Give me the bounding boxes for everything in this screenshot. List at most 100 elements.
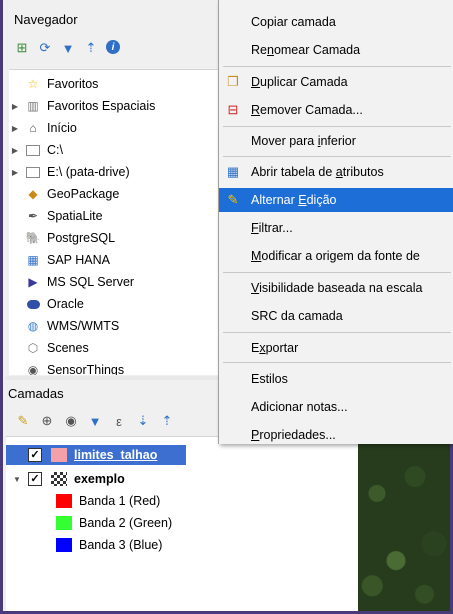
browser-item-e-drive[interactable]: ▶ E:\ (pata-drive) xyxy=(9,162,130,182)
band-legend-item: Banda 2 (Green) xyxy=(56,513,172,533)
menu-item-label: Adicionar notas... xyxy=(251,400,348,414)
info-icon[interactable]: i xyxy=(106,40,120,54)
collapse-arrow[interactable]: ▼ xyxy=(6,475,28,484)
menu-item-label: Modificar a origem da fonte de xyxy=(251,249,420,263)
filter-icon[interactable]: ▼ xyxy=(60,40,76,56)
menu-item-change-source[interactable]: Modificar a origem da fonte de xyxy=(219,244,453,268)
layer-row-limites-talhao[interactable]: ✓ limites_talhao xyxy=(6,445,186,465)
expand-arrow[interactable]: ▶ xyxy=(9,168,21,177)
add-layer-icon[interactable]: ⊞ xyxy=(14,40,30,56)
menu-item-layer-crs[interactable]: SRC da camada xyxy=(219,304,453,328)
menu-item-move-down[interactable]: Mover para inferior xyxy=(219,129,453,153)
menu-item-scale-visibility[interactable]: Visibilidade baseada na escala xyxy=(219,276,453,300)
layer-symbol-swatch xyxy=(51,448,67,462)
folder-icon xyxy=(25,165,41,179)
browser-item-label: Favoritos Espaciais xyxy=(47,99,156,113)
pencil-icon: ✎ xyxy=(227,192,239,207)
menu-item-add-notes[interactable]: Adicionar notas... xyxy=(219,395,453,419)
menu-item-styles[interactable]: Estilos xyxy=(219,367,453,391)
menu-item-label: Mover para inferior xyxy=(251,134,356,148)
collapse-all-icon[interactable]: ⇡ xyxy=(157,413,177,429)
raster-layer-icon xyxy=(51,472,67,486)
menu-separator xyxy=(223,332,451,333)
band-color-swatch xyxy=(56,538,72,552)
map-canvas[interactable] xyxy=(358,443,450,611)
add-group-icon[interactable]: ⊕ xyxy=(37,413,57,429)
style-panel-icon[interactable]: ✎ xyxy=(13,413,33,429)
browser-item-sensorthings[interactable]: ◉ SensorThings xyxy=(9,360,124,375)
browser-item-label: Início xyxy=(47,121,77,135)
expand-arrow[interactable]: ▶ xyxy=(9,124,21,133)
browser-item-wms[interactable]: ◍ WMS/WMTS xyxy=(9,316,119,336)
menu-item-duplicate-layer[interactable]: ❐ Duplicar Camada xyxy=(219,70,453,94)
refresh-icon[interactable]: ⟳ xyxy=(37,40,53,56)
menu-item-remove-layer[interactable]: ⊟ Remover Camada... xyxy=(219,98,453,122)
menu-item-open-attribute-table[interactable]: ▦ Abrir tabela de atributos xyxy=(219,160,453,184)
remove-layer-icon: ⊟ xyxy=(227,102,239,117)
browser-item-label: Oracle xyxy=(47,297,84,311)
browser-item-spatialite[interactable]: ✒ SpatiaLite xyxy=(9,206,103,226)
layer-row-exemplo[interactable]: ▼ ✓ exemplo xyxy=(6,469,125,489)
attribute-table-icon: ▦ xyxy=(226,164,240,179)
browser-item-geopackage[interactable]: ◆ GeoPackage xyxy=(9,184,119,204)
browser-item-label: WMS/WMTS xyxy=(47,319,120,333)
layer-name: limites_talhao xyxy=(74,448,158,462)
menu-separator xyxy=(223,156,451,157)
scenes-icon: ⬡ xyxy=(27,341,39,355)
menu-item-label: Exportar xyxy=(251,341,299,355)
browser-item-label: Favoritos xyxy=(47,77,99,91)
sensorthings-icon: ◉ xyxy=(27,363,39,375)
expand-all-icon[interactable]: ⇣ xyxy=(133,413,153,429)
spatial-bookmark-icon: ▥ xyxy=(27,99,39,113)
wms-icon: ◍ xyxy=(27,319,39,333)
mssql-icon: ▶ xyxy=(28,275,38,289)
layer-visibility-checkbox[interactable]: ✓ xyxy=(28,472,42,486)
menu-item-filter[interactable]: Filtrar... xyxy=(219,216,453,240)
expression-filter-icon[interactable]: ε xyxy=(109,413,129,429)
filter-legend-icon[interactable]: ▼ xyxy=(85,413,105,429)
layer-context-menu: Copiar camada Renomear Camada ❐ Duplicar… xyxy=(218,0,453,444)
band-legend-item: Banda 3 (Blue) xyxy=(56,535,162,555)
visibility-icon[interactable]: ◉ xyxy=(61,413,81,429)
expand-arrow[interactable]: ▶ xyxy=(9,146,21,155)
browser-item-spatial-bookmarks[interactable]: ▶ ▥ Favoritos Espaciais xyxy=(9,96,155,116)
band-label: Banda 2 (Green) xyxy=(79,516,173,530)
browser-item-label: MS SQL Server xyxy=(47,275,135,289)
menu-item-label: Alternar Edição xyxy=(251,193,337,207)
browser-item-label: SensorThings xyxy=(47,363,125,375)
folder-icon xyxy=(25,143,41,157)
browser-item-mssql[interactable]: ▶ MS SQL Server xyxy=(9,272,134,292)
menu-item-toggle-editing[interactable]: ✎ Alternar Edição xyxy=(219,188,453,212)
menu-item-label: Remover Camada... xyxy=(251,103,363,117)
browser-item-home[interactable]: ▶ ⌂ Início xyxy=(9,118,77,138)
menu-item-copy-layer[interactable]: Copiar camada xyxy=(219,10,453,34)
browser-item-postgresql[interactable]: 🐘 PostgreSQL xyxy=(9,228,116,248)
panel-splitter[interactable] xyxy=(6,376,218,380)
geopackage-icon: ◆ xyxy=(28,187,38,201)
menu-separator xyxy=(223,66,451,67)
browser-item-label: GeoPackage xyxy=(47,187,120,201)
menu-item-label: Propriedades... xyxy=(251,428,336,442)
browser-item-c-drive[interactable]: ▶ C:\ xyxy=(9,140,63,160)
browser-item-sap-hana[interactable]: ▦ SAP HANA xyxy=(9,250,110,270)
menu-item-label: Abrir tabela de atributos xyxy=(251,165,384,179)
postgresql-icon: 🐘 xyxy=(25,231,41,245)
menu-item-rename-layer[interactable]: Renomear Camada xyxy=(219,38,453,62)
layers-panel-title: Camadas xyxy=(8,386,64,401)
browser-panel: Navegador ⊞ ⟳ ▼ ⇡ i ☆ Favoritos ▶ ▥ Favo… xyxy=(6,0,221,380)
collapse-all-icon[interactable]: ⇡ xyxy=(83,40,99,56)
star-icon: ☆ xyxy=(27,77,39,91)
expand-arrow[interactable]: ▶ xyxy=(9,102,21,111)
browser-item-oracle[interactable]: Oracle xyxy=(9,294,84,314)
band-color-swatch xyxy=(56,494,72,508)
browser-item-scenes[interactable]: ⬡ Scenes xyxy=(9,338,89,358)
duplicate-layer-icon: ❐ xyxy=(227,74,239,89)
menu-item-properties[interactable]: Propriedades... xyxy=(219,423,453,447)
menu-item-export[interactable]: Exportar xyxy=(219,336,453,360)
layer-name: exemplo xyxy=(74,472,125,486)
band-label: Banda 3 (Blue) xyxy=(79,538,163,552)
layer-visibility-checkbox[interactable]: ✓ xyxy=(28,448,42,462)
browser-item-favorites[interactable]: ☆ Favoritos xyxy=(9,74,99,94)
menu-item-label: Estilos xyxy=(251,372,288,386)
browser-tree: ☆ Favoritos ▶ ▥ Favoritos Espaciais ▶ ⌂ … xyxy=(9,69,221,375)
